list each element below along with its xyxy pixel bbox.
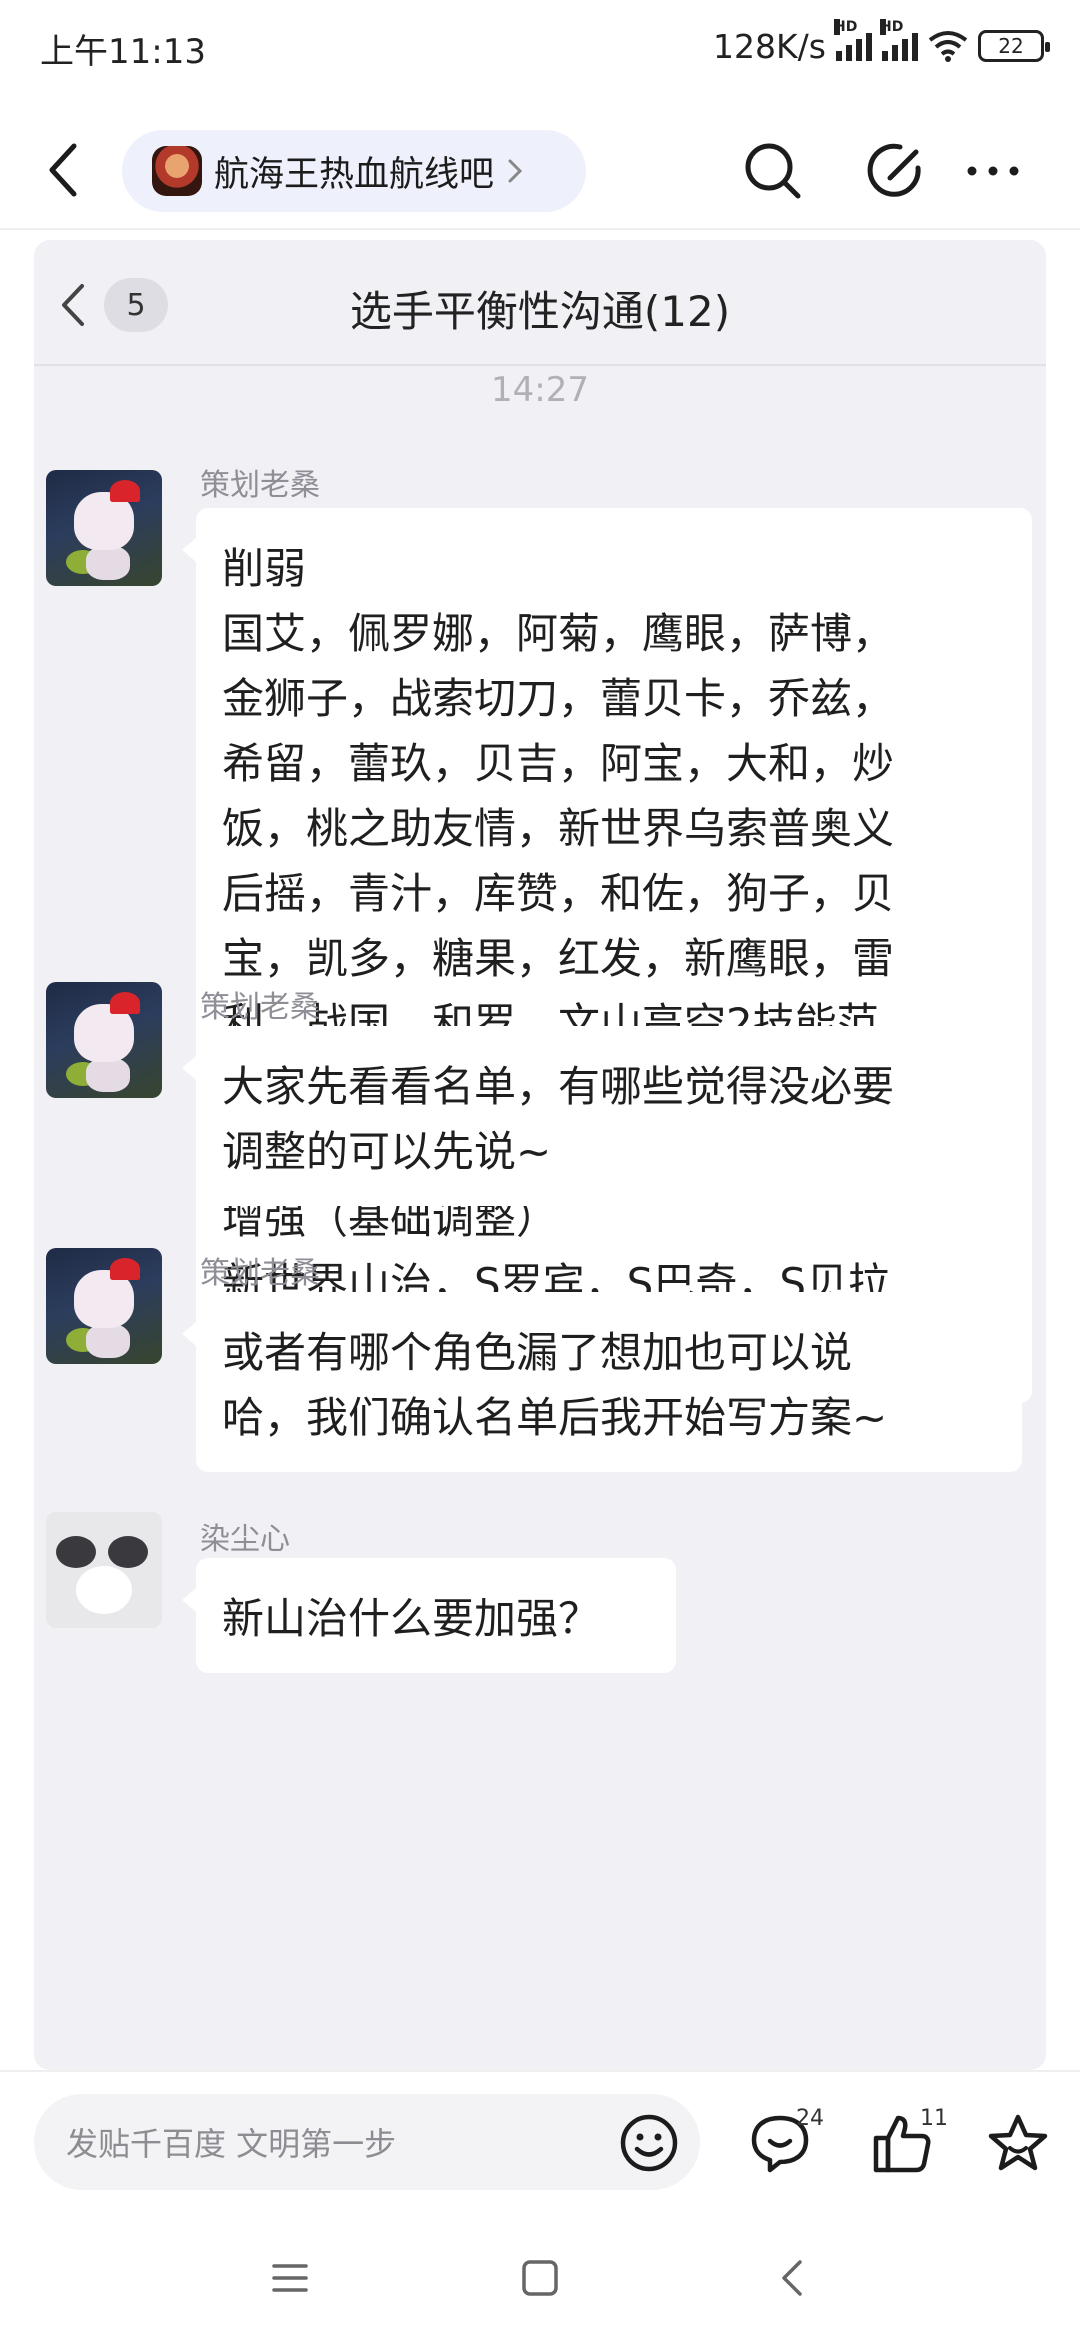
message-sender: 策划老桑 [200,990,320,1025]
hd-tag: HD [880,19,904,35]
comment-input[interactable]: 发贴千百度 文明第一步 [34,2094,700,2190]
like-count: 11 [920,2106,948,2131]
forum-link[interactable]: 航海王热血航线吧 [122,130,586,212]
comment-placeholder: 发贴千百度 文明第一步 [66,2125,397,2163]
avatar [46,982,162,1098]
forum-avatar [152,146,202,196]
hd-tag: HD [834,19,858,35]
message-bubble: 新山治什么要加强？ [182,1558,676,1673]
status-bar: 上午11:13 128K/s HD HD 22 [0,0,1080,92]
message-bubble: 或者有哪个角色漏了想加也可以说 哈，我们确认名单后我开始写方案~ [182,1292,1022,1472]
message-sender: 策划老桑 [200,468,320,503]
home-icon[interactable] [518,2256,562,2300]
battery-icon: 22 [978,30,1050,62]
chevron-right-icon [508,159,523,183]
post-image-chat-screenshot[interactable]: 5 选手平衡性沟通(12) 14:27 策划老桑 削弱 国艾，佩罗娜，阿菊，鹰眼… [34,240,1046,2070]
back-arrow-icon[interactable] [772,2256,816,2300]
chat-header: 5 选手平衡性沟通(12) [34,240,1046,366]
comment-bar: 发贴千百度 文明第一步 24 11 [0,2070,1080,2220]
network-speed: 128K/s [713,26,826,66]
status-indicators: 128K/s HD HD 22 [713,19,1050,68]
favorite-star-icon[interactable] [986,2112,1050,2174]
wifi-icon [928,31,968,62]
avatar [46,1512,162,1628]
search-icon[interactable] [742,140,804,202]
system-nav-bar [0,2220,1080,2340]
avatar [46,1248,162,1364]
message-sender: 染尘心 [200,1522,290,1557]
chat-timestamp: 14:27 [491,370,589,410]
signal-icon: HD [834,19,872,61]
compose-icon[interactable] [866,140,928,202]
more-icon[interactable] [962,140,1024,202]
menu-icon[interactable] [268,2256,312,2300]
chat-title: 选手平衡性沟通(12) [349,287,731,336]
forum-name: 航海王热血航线吧 [214,154,495,195]
emoji-icon[interactable] [618,2112,680,2174]
top-navigation: 航海王热血航线吧 [0,110,1080,230]
back-arrow-icon[interactable] [40,138,90,202]
signal-icon: HD [880,19,918,61]
message-sender: 策划老桑 [200,1256,320,1291]
status-time: 上午11:13 [40,32,206,72]
avatar [46,470,162,586]
message-bubble: 削弱 国艾，佩罗娜，阿菊，鹰眼，萨博， 金狮子，战索切刀，蕾贝卡，乔兹， 希留，… [182,508,1032,1403]
comment-count: 24 [796,2106,824,2131]
battery-level: 22 [998,34,1024,58]
message-bubble: 大家先看看名单，有哪些觉得没必要 调整的可以先说~ [182,1026,1032,1206]
